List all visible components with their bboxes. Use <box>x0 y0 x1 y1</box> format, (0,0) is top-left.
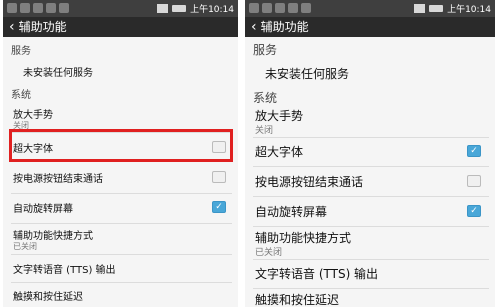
right-screen: 上午10:14 ‹ 辅助功能 服务 未安装任何服务 系统 放大手势 关闭 超大字… <box>245 0 495 307</box>
status-right: 上午10:14 <box>157 2 234 15</box>
divider <box>253 259 489 260</box>
touch-hold-label: 触摸和按住延迟 <box>13 292 83 303</box>
list-item-magnify[interactable]: 放大手势 关闭 <box>245 106 495 136</box>
divider <box>253 196 489 197</box>
list-item-magnify[interactable]: 放大手势 关闭 <box>3 104 238 132</box>
back-icon[interactable]: ‹ <box>3 17 15 37</box>
notification-icon <box>262 3 272 13</box>
shortcut-label: 辅助功能快捷方式 <box>255 231 352 245</box>
back-icon[interactable]: ‹ <box>245 17 257 37</box>
notification-icon <box>301 3 311 13</box>
section-system: 系统 <box>11 90 31 101</box>
status-right: 上午10:14 <box>414 2 491 15</box>
section-services: 服务 <box>253 43 278 57</box>
power-end-call-label: 按电源按钮结束通话 <box>13 174 103 185</box>
divider <box>11 282 232 283</box>
divider <box>253 137 489 138</box>
section-services: 服务 <box>11 46 31 57</box>
list-item-tts[interactable]: 文字转语音 (TTS) 输出 <box>245 262 495 286</box>
auto-rotate-checkbox[interactable]: ✓ <box>467 205 481 217</box>
notification-icon <box>249 3 259 13</box>
left-screen: 上午10:14 ‹ 辅助功能 服务 未安装任何服务 系统 放大手势 关闭 超大字… <box>3 0 238 307</box>
notification-icon <box>33 3 43 13</box>
section-system: 系统 <box>253 91 278 105</box>
notification-icons <box>249 3 311 13</box>
no-service-item: 未安装任何服务 <box>245 62 495 86</box>
list-item-touch-hold[interactable]: 触摸和按住延迟 <box>245 291 495 307</box>
list-item-auto-rotate[interactable]: 自动旋转屏幕 ✓ <box>3 196 238 220</box>
notification-icon <box>46 3 56 13</box>
status-bar: 上午10:14 <box>245 0 495 17</box>
shortcut-sub: 已关闭 <box>13 242 37 251</box>
notification-icon <box>20 3 30 13</box>
tts-label: 文字转语音 (TTS) 输出 <box>13 265 116 276</box>
large-font-checkbox[interactable]: ✓ <box>467 145 481 157</box>
page-title: 辅助功能 <box>260 20 309 34</box>
notification-icon <box>275 3 285 13</box>
no-service-label: 未安装任何服务 <box>23 68 93 79</box>
divider <box>253 166 489 167</box>
divider <box>253 288 489 289</box>
large-font-label: 超大字体 <box>255 145 304 159</box>
status-bar: 上午10:14 <box>3 0 238 17</box>
list-item-shortcut[interactable]: 辅助功能快捷方式 已关闭 <box>245 228 495 258</box>
shortcut-sub: 已关闭 <box>255 248 283 258</box>
auto-rotate-label: 自动旋转屏幕 <box>255 205 328 219</box>
power-end-call-label: 按电源按钮结束通话 <box>255 175 364 189</box>
auto-rotate-label: 自动旋转屏幕 <box>13 204 73 215</box>
auto-rotate-checkbox[interactable]: ✓ <box>212 201 226 213</box>
power-end-call-checkbox[interactable] <box>467 175 481 187</box>
no-service-item: 未安装任何服务 <box>3 60 238 82</box>
highlight-box <box>9 129 233 162</box>
touch-hold-label: 触摸和按住延迟 <box>255 293 340 307</box>
list-item-auto-rotate[interactable]: 自动旋转屏幕 ✓ <box>245 200 495 224</box>
wifi-icon <box>157 4 169 13</box>
divider <box>11 193 232 194</box>
status-time: 上午10:14 <box>190 5 234 15</box>
app-bar: ‹ 辅助功能 <box>245 17 495 37</box>
divider <box>253 226 489 227</box>
battery-icon <box>429 5 444 12</box>
battery-icon <box>172 5 187 12</box>
list-item-power-end-call[interactable]: 按电源按钮结束通话 <box>3 166 238 190</box>
status-time: 上午10:14 <box>447 5 491 15</box>
list-item-power-end-call[interactable]: 按电源按钮结束通话 <box>245 170 495 194</box>
notification-icons <box>7 3 69 13</box>
wifi-icon <box>414 4 426 13</box>
shortcut-label: 辅助功能快捷方式 <box>13 231 93 242</box>
app-bar: ‹ 辅助功能 <box>3 17 238 37</box>
divider <box>11 254 232 255</box>
magnify-label: 放大手势 <box>13 110 53 121</box>
list-item-tts[interactable]: 文字转语音 (TTS) 输出 <box>3 257 238 279</box>
magnify-label: 放大手势 <box>255 109 304 123</box>
notification-icon <box>59 3 69 13</box>
notification-icon <box>7 3 17 13</box>
no-service-label: 未安装任何服务 <box>265 67 350 81</box>
power-end-call-checkbox[interactable] <box>212 171 226 183</box>
tts-label: 文字转语音 (TTS) 输出 <box>255 267 379 281</box>
notification-icon <box>288 3 298 13</box>
page-title: 辅助功能 <box>18 20 67 34</box>
list-item-shortcut[interactable]: 辅助功能快捷方式 已关闭 <box>3 226 238 254</box>
divider <box>11 223 232 224</box>
list-item-touch-hold[interactable]: 触摸和按住延迟 <box>3 285 238 307</box>
magnify-sub: 关闭 <box>255 126 274 136</box>
list-item-large-font[interactable]: 超大字体 ✓ <box>245 140 495 164</box>
